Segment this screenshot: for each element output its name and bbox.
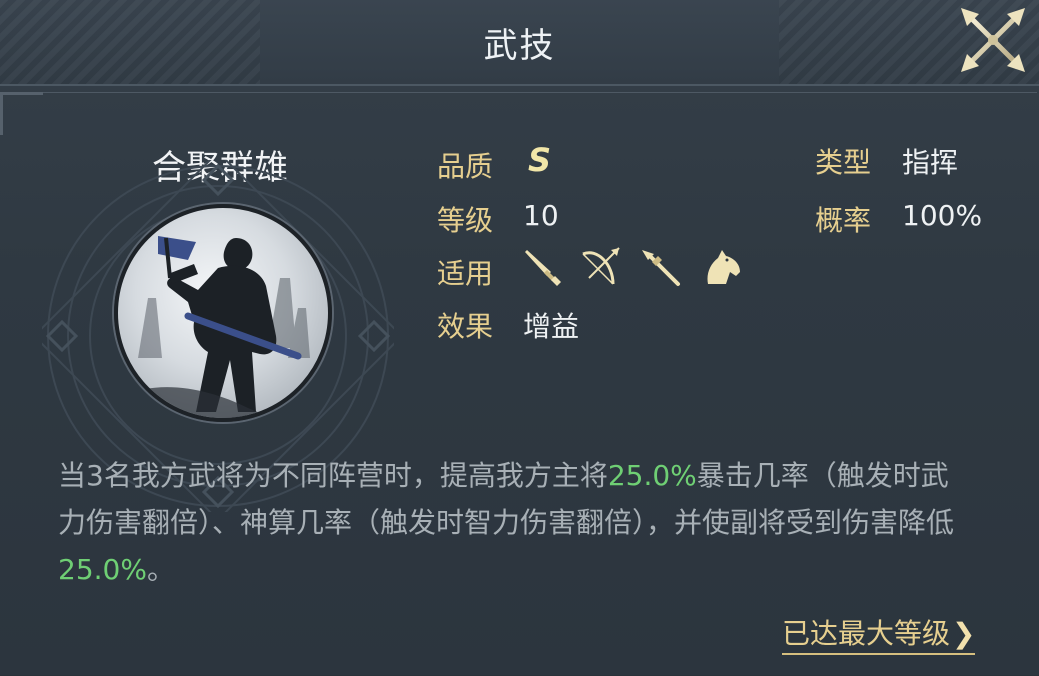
sword-icon: [525, 250, 561, 286]
max-level-link[interactable]: 已达最大等级❯: [782, 612, 976, 655]
type-value: 指挥: [902, 146, 959, 179]
skill-panel: 武技 合聚群雄 品质 S 等级 10 适用 效果 增益 类型 指挥 概率 100…: [0, 0, 1039, 675]
description-text-1: 当3名我方武将为不同阵营时，提高我方主将: [58, 459, 608, 492]
header-bar: 武技: [0, 0, 1039, 86]
level-value: 10: [523, 199, 559, 232]
skill-description: 当3名我方武将为不同阵营时，提高我方主将25.0%暴击几率（触发时武力伤害翻倍）…: [58, 452, 968, 593]
level-label: 等级: [437, 204, 494, 237]
warrior-silhouette-icon: [118, 236, 328, 418]
type-label: 类型: [815, 146, 872, 179]
bow-icon: [582, 247, 620, 285]
max-level-label: 已达最大等级: [782, 617, 951, 650]
quality-label: 品质: [437, 150, 494, 183]
rate-value: 100%: [902, 199, 983, 232]
description-value-2: 25.0%: [58, 553, 147, 586]
chevron-right-icon: ❯: [952, 617, 976, 650]
close-icon[interactable]: [957, 4, 1029, 76]
applies-label: 适用: [437, 257, 494, 290]
effect-label: 效果: [437, 310, 494, 343]
description-text-3: 。: [146, 553, 175, 586]
description-value-1: 25.0%: [607, 459, 697, 492]
effect-value: 增益: [523, 310, 580, 343]
horse-icon: [707, 250, 740, 284]
skill-portrait: [114, 204, 332, 422]
spear-icon: [642, 250, 680, 286]
frame-corner: [0, 92, 43, 135]
page-title: 武技: [483, 26, 556, 66]
rate-label: 概率: [815, 204, 872, 237]
quality-value: S: [528, 141, 552, 179]
